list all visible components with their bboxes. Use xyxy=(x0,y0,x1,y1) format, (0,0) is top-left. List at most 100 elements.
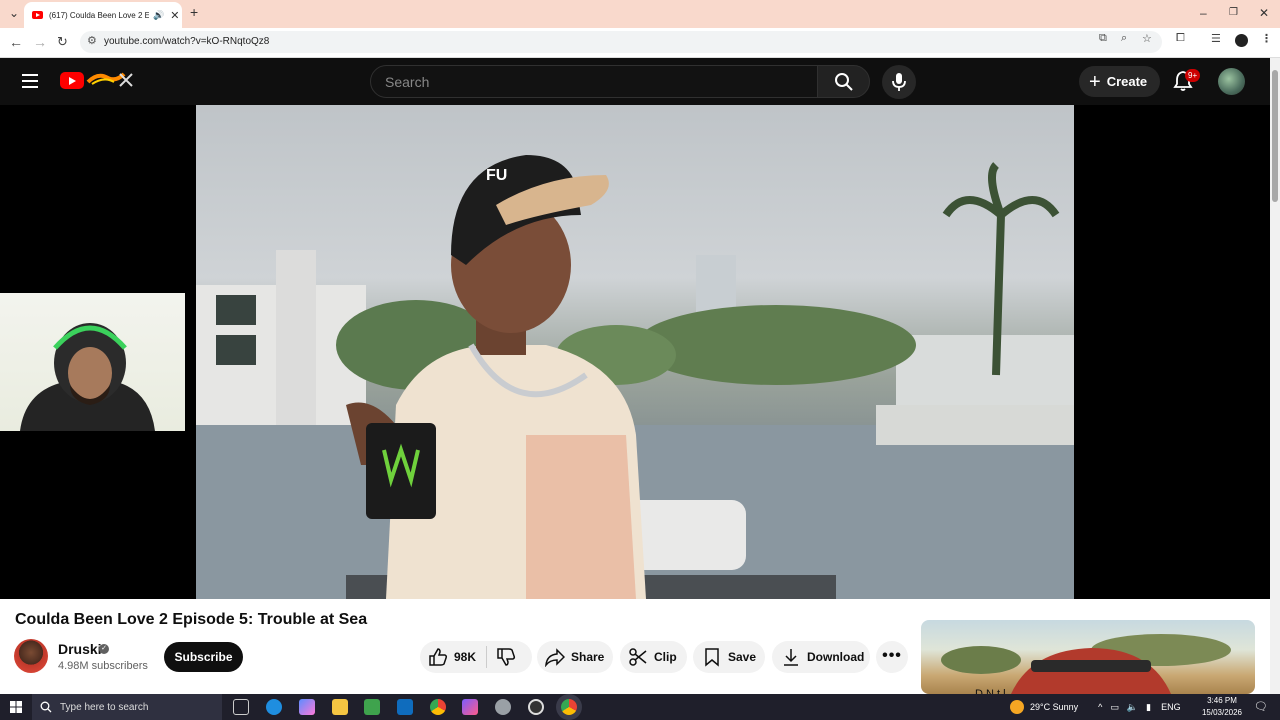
network-icon[interactable]: ▭ xyxy=(1110,702,1119,713)
search-button[interactable] xyxy=(817,65,870,98)
weather-sun-icon[interactable] xyxy=(1010,700,1024,714)
store-icon[interactable] xyxy=(364,699,380,715)
app-icon[interactable] xyxy=(462,699,478,715)
page-scrollbar[interactable] xyxy=(1270,58,1280,694)
channel-avatar[interactable] xyxy=(14,639,48,673)
like-divider xyxy=(486,646,487,668)
chrome-icon[interactable] xyxy=(430,699,446,715)
browser-menu-icon[interactable]: ⋮ xyxy=(1261,32,1272,45)
windows-start-icon[interactable] xyxy=(10,701,22,713)
app-icon-2[interactable] xyxy=(495,699,511,715)
windows-taskbar: Type here to search 29°C Sunny ^ ▭ 🔈 ▮ E… xyxy=(0,694,1280,720)
site-info-icon[interactable]: ⚙ xyxy=(87,34,97,47)
chrome-active-icon[interactable] xyxy=(561,699,577,715)
download-button[interactable]: Download xyxy=(772,641,870,673)
account-avatar[interactable] xyxy=(1218,68,1245,95)
tab-groups-icon[interactable]: ☰ xyxy=(1211,32,1221,45)
subscriber-count: 4.98M subscribers xyxy=(58,660,148,672)
verified-check-icon: ✓ xyxy=(99,644,109,654)
thumbs-up-icon xyxy=(429,648,448,666)
tab-close-icon[interactable]: ✕ xyxy=(170,9,179,22)
youtube-favicon-icon xyxy=(32,11,43,19)
profile-icon[interactable] xyxy=(1235,34,1248,47)
forward-icon[interactable]: → xyxy=(33,34,47,50)
search-icon xyxy=(835,73,853,91)
webcam-person-image xyxy=(20,323,155,431)
video-player[interactable]: FU xyxy=(0,105,1270,599)
share-icon xyxy=(545,648,565,667)
search-input[interactable] xyxy=(385,72,805,92)
voice-search-button[interactable] xyxy=(882,65,916,99)
youtube-doodle-logo[interactable] xyxy=(86,70,136,90)
microphone-icon xyxy=(892,73,906,91)
save-button[interactable]: Save xyxy=(693,641,765,673)
more-actions-icon[interactable]: ••• xyxy=(876,641,908,673)
video-scene-image: FU xyxy=(196,155,1074,599)
browser-toolbar: ← → ↻ ⚙ youtube.com/watch?v=kO-RNqtoQz8 … xyxy=(0,28,1280,58)
share-button[interactable]: Share xyxy=(537,641,613,673)
window-close-icon[interactable]: ✕ xyxy=(1259,6,1269,20)
taskbar-search-placeholder: Type here to search xyxy=(60,701,149,713)
install-app-icon[interactable]: ⧉ xyxy=(1099,32,1107,45)
create-label: Create xyxy=(1106,74,1148,89)
speaker-icon[interactable]: 🔊 xyxy=(153,10,164,21)
url-text: youtube.com/watch?v=kO-RNqtoQz8 xyxy=(104,36,270,47)
browser-tab-strip: ⌄ (617) Coulda Been Love 2 E 🔊 ✕ + – ❐ ✕ xyxy=(0,0,1280,28)
extensions-icon[interactable]: ⧠ xyxy=(1176,32,1185,45)
youtube-logo-icon[interactable] xyxy=(60,72,84,89)
cap-text: FU xyxy=(486,167,507,184)
restore-icon[interactable]: ❐ xyxy=(1229,7,1238,18)
hamburger-menu-icon[interactable] xyxy=(22,74,38,88)
language-indicator[interactable]: ENG xyxy=(1161,702,1181,712)
thumbs-down-icon xyxy=(497,648,516,666)
clock-date: 15/03/2026 xyxy=(1201,708,1243,717)
tab-title: (617) Coulda Been Love 2 E xyxy=(49,10,149,20)
dislike-button[interactable] xyxy=(496,647,522,670)
weather-text[interactable]: 29°C Sunny xyxy=(1030,702,1078,712)
system-tray: 29°C Sunny ^ ▭ 🔈 ▮ ENG xyxy=(1010,694,1181,720)
bookmark-star-icon[interactable]: ☆ xyxy=(1142,32,1152,45)
minimize-icon[interactable]: – xyxy=(1200,6,1207,20)
video-frame[interactable]: FU xyxy=(196,105,1074,599)
share-label: Share xyxy=(571,650,605,664)
copilot-icon[interactable] xyxy=(299,699,315,715)
clip-label: Clip xyxy=(654,650,677,664)
reload-icon[interactable]: ↻ xyxy=(57,34,68,50)
address-bar[interactable]: ⚙ youtube.com/watch?v=kO-RNqtoQz8 xyxy=(80,31,1162,53)
scissors-icon xyxy=(629,648,647,666)
back-icon[interactable]: ← xyxy=(9,34,23,50)
video-title: Coulda Been Love 2 Episode 5: Trouble at… xyxy=(15,611,368,628)
edge-browser-icon[interactable] xyxy=(266,699,282,715)
volume-icon[interactable]: 🔈 xyxy=(1127,702,1138,713)
clock-time: 3:46 PM xyxy=(1207,696,1237,705)
tab-search-chevron-icon[interactable]: ⌄ xyxy=(9,6,19,20)
search-box xyxy=(370,65,818,98)
file-explorer-icon[interactable] xyxy=(332,699,348,715)
taskbar-search-box[interactable]: Type here to search xyxy=(32,694,222,720)
browser-tab[interactable]: (617) Coulda Been Love 2 E 🔊 ✕ xyxy=(24,2,182,28)
create-button[interactable]: + Create xyxy=(1079,66,1160,97)
recommended-video-thumbnail[interactable] xyxy=(921,620,1255,694)
search-icon xyxy=(40,701,52,713)
like-button[interactable]: 98K xyxy=(420,647,486,667)
zoom-icon[interactable]: ⌕ xyxy=(1121,32,1127,45)
task-view-icon[interactable] xyxy=(233,699,249,715)
notifications-badge: 9+ xyxy=(1185,69,1201,82)
like-dislike-group: 98K xyxy=(420,641,532,673)
youtube-masthead: + Create 9+ xyxy=(0,58,1270,105)
download-icon xyxy=(784,649,798,666)
clip-button[interactable]: Clip xyxy=(620,641,687,673)
show-hidden-icons-icon[interactable]: ^ xyxy=(1098,702,1102,712)
channel-name[interactable]: Druski xyxy=(58,641,102,657)
bookmark-icon xyxy=(705,648,719,667)
thumbnail-image xyxy=(941,634,1231,694)
taskbar-clock[interactable]: 3:46 PM 15/03/2026 xyxy=(1197,695,1247,719)
notification-center-icon[interactable]: 🗨 xyxy=(1254,700,1268,713)
battery-icon[interactable]: ▮ xyxy=(1146,702,1151,713)
save-label: Save xyxy=(728,650,757,664)
new-tab-icon[interactable]: + xyxy=(190,4,198,20)
scrollbar-thumb[interactable] xyxy=(1272,70,1278,202)
app-icon-3[interactable] xyxy=(528,699,544,715)
subscribe-button[interactable]: Subscribe xyxy=(164,642,243,672)
mail-icon[interactable] xyxy=(397,699,413,715)
